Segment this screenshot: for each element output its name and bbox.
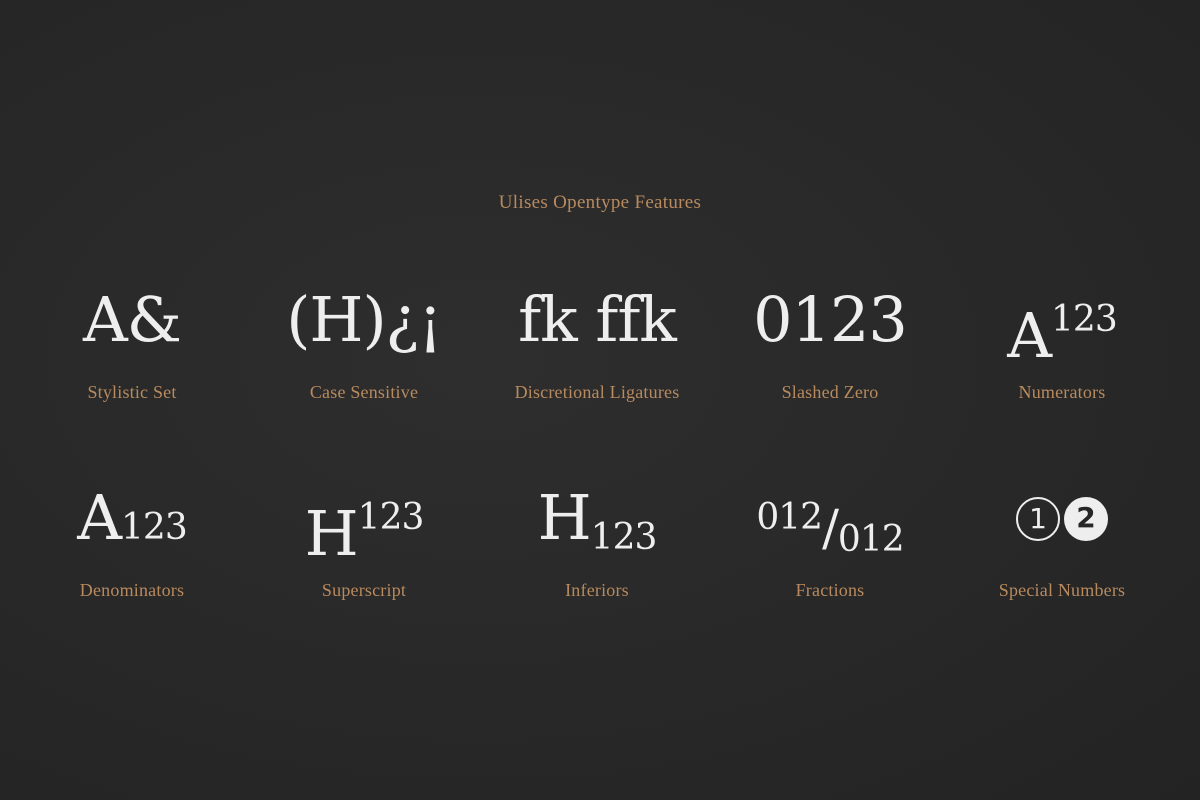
feature-label: Slashed Zero bbox=[781, 382, 879, 402]
feature-label: Discretional Ligatures bbox=[514, 382, 680, 402]
fraction-numerator: 012 bbox=[756, 497, 823, 538]
superscript-figures: 123 bbox=[357, 497, 425, 538]
feature-numerators: A123 Numerators bbox=[946, 280, 1178, 403]
circled-number-outline: 1 bbox=[1016, 496, 1060, 541]
feature-sample: 0123 bbox=[753, 283, 908, 356]
circled-number-filled: 2 bbox=[1064, 496, 1108, 541]
page-title: Ulises Opentype Features bbox=[498, 192, 702, 213]
feature-label: Numerators bbox=[1018, 382, 1106, 402]
feature-label: Fractions bbox=[795, 580, 865, 600]
base-letter: H bbox=[537, 481, 592, 554]
feature-sample: A& bbox=[83, 283, 182, 356]
feature-label: Inferiors bbox=[565, 580, 629, 600]
feature-sample: 012/012 bbox=[714, 478, 946, 560]
fraction-slash: / bbox=[822, 499, 839, 557]
feature-discretional-ligatures: fk ffk Discretional Ligatures bbox=[481, 280, 713, 403]
feature-denominators: A123 Denominators bbox=[16, 478, 248, 601]
fraction-denominator: 012 bbox=[837, 519, 905, 560]
feature-special-numbers: 12 Special Numbers bbox=[946, 478, 1178, 601]
feature-sample: 12 bbox=[946, 478, 1178, 558]
feature-superscript: H123 Superscript bbox=[248, 478, 480, 601]
denominator-figures: 123 bbox=[121, 507, 188, 548]
feature-label: Superscript bbox=[321, 580, 407, 600]
feature-fractions: 012/012 Fractions bbox=[714, 478, 946, 601]
numerator-figures: 123 bbox=[1051, 299, 1118, 340]
feature-sample: H123 bbox=[248, 478, 480, 570]
base-letter: H bbox=[304, 497, 359, 570]
feature-sample: A123 bbox=[946, 280, 1178, 372]
feature-inferiors: H123 Inferiors bbox=[481, 478, 713, 601]
feature-label: Case Sensitive bbox=[309, 382, 419, 402]
feature-label: Denominators bbox=[79, 580, 185, 600]
base-letter: A bbox=[77, 481, 122, 554]
feature-sample: fk ffk bbox=[518, 283, 677, 356]
feature-label: Special Numbers bbox=[998, 580, 1126, 600]
feature-sample: (H)¿¡ bbox=[286, 283, 443, 356]
feature-sample: H123 bbox=[481, 478, 713, 558]
feature-label: Stylistic Set bbox=[87, 382, 177, 402]
feature-sample: A123 bbox=[16, 478, 248, 558]
inferior-figures: 123 bbox=[590, 517, 658, 558]
feature-stylistic-set: A& Stylistic Set bbox=[16, 280, 248, 403]
feature-slashed-zero: 0123 Slashed Zero bbox=[714, 280, 946, 403]
base-letter: A bbox=[1007, 299, 1052, 372]
feature-case-sensitive: (H)¿¡ Case Sensitive bbox=[248, 280, 480, 403]
